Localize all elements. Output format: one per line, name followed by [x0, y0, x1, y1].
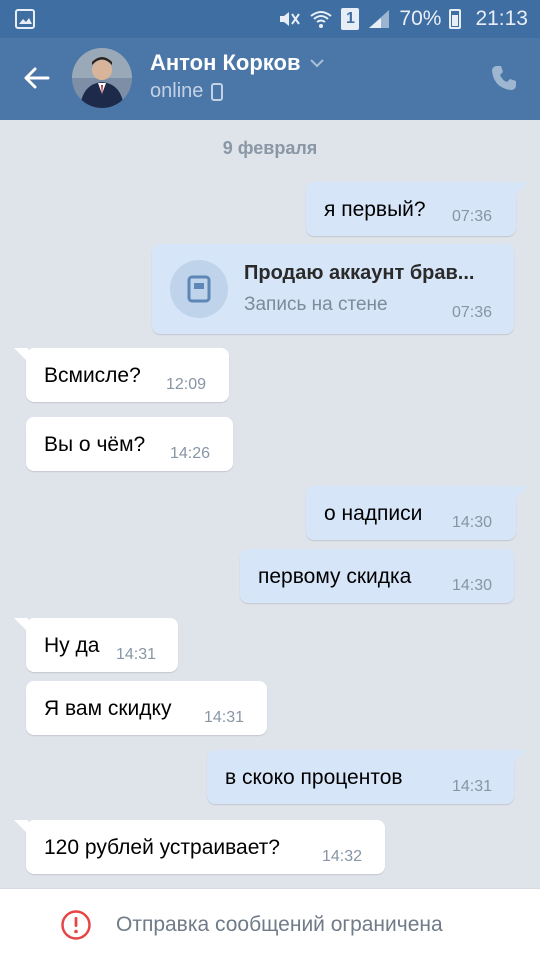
message-outgoing[interactable]: в скоко процентов 14:31 [207, 750, 526, 804]
gallery-icon [15, 9, 35, 29]
message-text: о надписи [324, 502, 423, 525]
message-incoming[interactable]: Я вам скидку 14:31 [26, 681, 267, 735]
wifi-icon [310, 11, 333, 28]
message-time: 14:32 [322, 848, 363, 865]
message-incoming[interactable]: 120 рублей устраивает? 14:32 [14, 820, 385, 874]
message-outgoing[interactable]: о надписи 14:30 [306, 486, 528, 540]
message-time: 07:36 [452, 304, 493, 321]
avatar-photo [72, 48, 132, 108]
bubble-tail [514, 182, 528, 196]
message-time: 14:31 [452, 778, 493, 795]
mobile-icon [211, 82, 224, 101]
message-time: 14:31 [116, 646, 157, 663]
bubble-tail [14, 618, 28, 632]
date-separator: 9 февраля [222, 138, 318, 158]
message-text: первому скидка [258, 565, 412, 588]
battery-icon [449, 9, 462, 29]
bubble-tail [512, 750, 526, 764]
message-text: в скоко процентов [225, 766, 403, 789]
contact-name-text: Антон Корков [150, 50, 301, 75]
sim-icon: 1 [341, 8, 360, 30]
message-text: Всмисле? [44, 364, 141, 387]
online-status: online [150, 80, 224, 103]
message-incoming[interactable]: Ну да 14:31 [14, 618, 178, 672]
back-arrow-icon [24, 67, 50, 89]
call-button[interactable] [486, 60, 522, 96]
back-button[interactable] [16, 58, 56, 98]
warning-icon [61, 910, 91, 940]
mute-icon [280, 12, 301, 26]
message-time: 12:09 [166, 376, 207, 393]
wall-post-message[interactable]: Продаю аккаунт брав... Запись на стене 0… [152, 244, 514, 334]
message-text: я первый? [324, 198, 426, 221]
message-incoming[interactable]: Всмисле? 12:09 [14, 348, 229, 402]
restriction-notice: Отправка сообщений ограничена [116, 913, 443, 936]
clock: 21:13 [475, 7, 528, 30]
message-text: Вы о чём? [44, 433, 146, 456]
wall-post-icon [170, 260, 228, 318]
message-text: Я вам скидку [44, 697, 172, 720]
battery-percent: 70% [399, 7, 442, 30]
contact-name[interactable]: Антон Корков [150, 50, 325, 76]
messaging-restricted-bar: Отправка сообщений ограничена [0, 888, 540, 960]
message-incoming[interactable]: Вы о чём? 14:26 [26, 417, 233, 471]
signal-icon [369, 10, 390, 28]
status-bar: 1 70% 21:13 [0, 0, 540, 38]
phone-icon [492, 66, 516, 90]
wall-post-title: Продаю аккаунт брав... [244, 262, 475, 284]
chat-header: Антон Корков online [0, 38, 540, 120]
bubble-tail [514, 486, 528, 500]
message-time: 14:30 [452, 577, 493, 594]
message-outgoing[interactable]: первому скидка 14:30 [240, 549, 514, 603]
wall-post-subtitle: Запись на стене [244, 294, 388, 315]
status-text: online [150, 80, 204, 102]
bubble-tail [14, 820, 28, 834]
message-time: 14:26 [170, 445, 211, 462]
message-text: 120 рублей устраивает? [44, 836, 280, 859]
message-time: 07:36 [452, 208, 493, 225]
message-time: 14:31 [204, 709, 245, 726]
message-text: Ну да [44, 634, 100, 657]
bubble-tail [14, 348, 28, 362]
chevron-down-icon [309, 59, 324, 68]
message-outgoing[interactable]: я первый? 07:36 [306, 182, 528, 236]
message-time: 14:30 [452, 514, 493, 531]
avatar[interactable] [72, 48, 132, 108]
